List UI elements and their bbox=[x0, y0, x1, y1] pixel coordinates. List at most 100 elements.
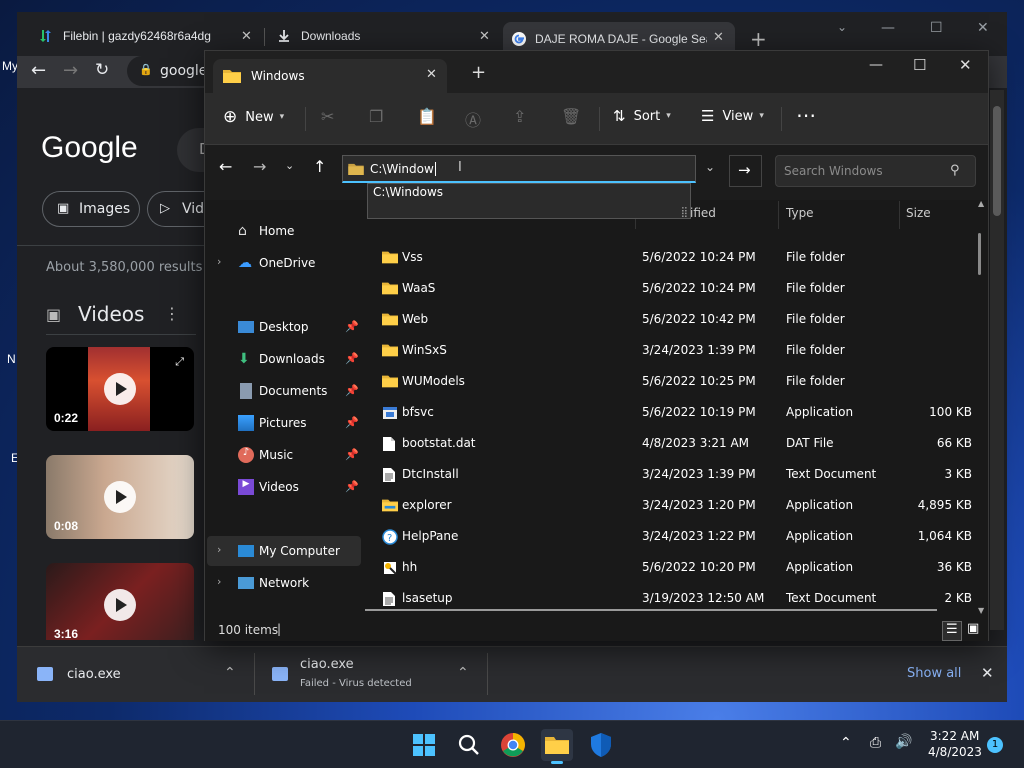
minimize-button[interactable]: — bbox=[869, 57, 883, 73]
nav-item-downloads[interactable]: ⬇ Downloads 📌 bbox=[205, 344, 363, 374]
view-button[interactable]: ☰ View ▾ bbox=[701, 107, 764, 125]
table-row[interactable]: WaaS 5/6/2022 10:24 PM File folder bbox=[365, 272, 987, 303]
go-button[interactable]: → bbox=[729, 155, 762, 187]
pin-icon[interactable]: 📌 bbox=[345, 448, 359, 461]
reload-icon[interactable]: ↻ bbox=[95, 60, 109, 80]
video-thumbnail[interactable]: 3:16 bbox=[46, 563, 194, 640]
video-thumbnail[interactable]: ⤢ 0:22 bbox=[46, 347, 194, 431]
up-icon[interactable]: ↑ bbox=[313, 157, 326, 176]
table-row[interactable]: ? HelpPane 3/24/2023 1:22 PM Application 1,0… bbox=[365, 520, 987, 551]
forward-icon[interactable]: → bbox=[253, 157, 266, 176]
images-chip[interactable]: ▣ Images bbox=[42, 191, 140, 227]
pin-icon[interactable]: 📌 bbox=[345, 416, 359, 429]
cut-icon[interactable]: ✂ bbox=[321, 107, 345, 131]
search-button[interactable] bbox=[453, 729, 485, 761]
nav-item-my-computer[interactable]: › My Computer bbox=[207, 536, 361, 566]
scroll-up-icon[interactable]: ▲ bbox=[978, 199, 984, 208]
table-row[interactable]: WinSxS 3/24/2023 1:39 PM File folder bbox=[365, 334, 987, 365]
google-logo[interactable]: Google bbox=[41, 131, 138, 165]
chevron-down-icon[interactable]: ⌄ bbox=[705, 160, 715, 174]
table-row[interactable]: bfsvc 5/6/2022 10:19 PM Application 100 KB bbox=[365, 396, 987, 427]
scroll-down-icon[interactable]: ▼ bbox=[978, 606, 984, 615]
address-suggestion[interactable]: C:\Windows ⣿ bbox=[367, 183, 691, 219]
pin-icon[interactable]: 📌 bbox=[345, 320, 359, 333]
table-row[interactable]: DtcInstall 3/24/2023 1:39 PM Text Document… bbox=[365, 458, 987, 489]
column-header-type[interactable]: Type bbox=[786, 206, 814, 220]
table-row[interactable]: Vss 5/6/2022 10:24 PM File folder bbox=[365, 241, 987, 272]
table-row[interactable]: hh 5/6/2022 10:20 PM Application 36 KB bbox=[365, 551, 987, 582]
close-icon[interactable]: ✕ bbox=[713, 29, 724, 45]
new-tab-button[interactable]: + bbox=[750, 27, 767, 51]
volume-icon[interactable]: 🔊 bbox=[895, 734, 912, 750]
clock-time[interactable]: 3:22 AM bbox=[930, 729, 979, 743]
column-header-size[interactable]: Size bbox=[906, 206, 931, 220]
page-scrollbar[interactable] bbox=[990, 90, 1004, 630]
chevron-right-icon[interactable]: › bbox=[217, 575, 221, 588]
paste-icon[interactable]: 📋 bbox=[417, 107, 441, 131]
back-icon[interactable]: ← bbox=[219, 157, 232, 176]
show-all-button[interactable]: Show all bbox=[907, 666, 961, 681]
close-window-button[interactable]: ✕ bbox=[959, 56, 972, 74]
download-item-name[interactable]: ciao.exe bbox=[300, 657, 354, 672]
details-view-button[interactable]: ☰ bbox=[942, 621, 962, 641]
search-input[interactable]: Search Windows ⚲ bbox=[775, 155, 976, 187]
close-icon[interactable]: ✕ bbox=[479, 28, 490, 44]
chevron-up-icon[interactable]: ⌃ bbox=[840, 735, 852, 751]
minimize-button[interactable]: — bbox=[881, 20, 895, 36]
vertical-scrollbar[interactable]: ▲ ▼ bbox=[975, 199, 987, 619]
more-options-icon[interactable]: ⋯ bbox=[796, 103, 816, 127]
chrome-tab-downloads[interactable]: Downloads ✕ bbox=[271, 22, 501, 50]
videos-chip[interactable]: ▷ Vid bbox=[147, 191, 207, 227]
column-header-modified[interactable]: ified bbox=[690, 206, 716, 220]
table-row[interactable]: WUModels 5/6/2022 10:25 PM File folder bbox=[365, 365, 987, 396]
file-explorer-taskbar-button[interactable] bbox=[541, 729, 573, 764]
resize-grip-icon[interactable]: ⣿ bbox=[681, 207, 688, 218]
nav-item-documents[interactable]: Documents 📌 bbox=[205, 376, 363, 406]
chevron-right-icon[interactable]: › bbox=[217, 255, 221, 268]
chrome-tab-filebin[interactable]: Filebin | gazdy62468r6a4dg ✕ bbox=[33, 22, 263, 50]
copy-icon[interactable]: ❐ bbox=[369, 107, 393, 131]
nav-item-network[interactable]: › Network bbox=[205, 568, 363, 598]
horizontal-scrollbar[interactable] bbox=[365, 609, 937, 611]
download-item-name[interactable]: ciao.exe bbox=[67, 667, 121, 682]
start-button[interactable] bbox=[408, 729, 440, 761]
nav-item-onedrive[interactable]: › ☁ OneDrive bbox=[205, 248, 363, 278]
maximize-button[interactable]: ☐ bbox=[930, 20, 943, 36]
chevron-down-icon[interactable]: ⌄ bbox=[837, 20, 847, 34]
explorer-tab-windows[interactable]: Windows ✕ bbox=[213, 59, 447, 93]
share-icon[interactable]: ⇪ bbox=[513, 107, 537, 131]
chevron-down-icon[interactable]: ⌄ bbox=[285, 159, 294, 172]
nav-item-videos[interactable]: ▶ Videos 📌 bbox=[205, 472, 363, 502]
tiles-view-button[interactable]: ▣ bbox=[964, 621, 984, 641]
defender-taskbar-button[interactable] bbox=[585, 729, 617, 761]
sort-button[interactable]: ⇅ Sort ▾ bbox=[613, 107, 671, 125]
more-options-icon[interactable]: ⋮ bbox=[164, 304, 180, 323]
clock-date[interactable]: 4/8/2023 bbox=[928, 745, 982, 759]
pin-icon[interactable]: 📌 bbox=[345, 384, 359, 397]
nav-item-desktop[interactable]: Desktop 📌 bbox=[205, 312, 363, 342]
chevron-up-icon[interactable]: ⌃ bbox=[224, 665, 236, 681]
close-window-button[interactable]: ✕ bbox=[977, 20, 989, 36]
chrome-taskbar-button[interactable] bbox=[497, 729, 529, 761]
nav-item-pictures[interactable]: Pictures 📌 bbox=[205, 408, 363, 438]
table-row[interactable]: explorer 3/24/2023 1:20 PM Application 4,89… bbox=[365, 489, 987, 520]
chevron-up-icon[interactable]: ⌃ bbox=[457, 665, 469, 681]
table-row[interactable]: bootstat.dat 4/8/2023 3:21 AM DAT File 66 K… bbox=[365, 427, 987, 458]
new-button[interactable]: ⊕ New ▾ bbox=[223, 107, 284, 127]
delete-icon[interactable]: 🗑 bbox=[561, 107, 585, 131]
close-icon[interactable]: ✕ bbox=[241, 28, 252, 44]
chevron-right-icon[interactable]: › bbox=[217, 543, 221, 556]
pin-icon[interactable]: 📌 bbox=[345, 352, 359, 365]
maximize-button[interactable]: ☐ bbox=[913, 56, 926, 74]
close-icon[interactable]: ✕ bbox=[426, 67, 437, 82]
pin-icon[interactable]: 📌 bbox=[345, 480, 359, 493]
close-icon[interactable]: ✕ bbox=[981, 664, 994, 682]
nav-item-music[interactable]: ♪ Music 📌 bbox=[205, 440, 363, 470]
notification-badge[interactable]: 1 bbox=[987, 737, 1003, 753]
back-icon[interactable]: ← bbox=[31, 60, 46, 81]
table-row[interactable]: Web 5/6/2022 10:42 PM File folder bbox=[365, 303, 987, 334]
rename-icon[interactable]: Ⓐ bbox=[465, 107, 489, 131]
forward-icon[interactable]: → bbox=[63, 60, 78, 81]
video-thumbnail[interactable]: 0:08 bbox=[46, 455, 194, 539]
nav-item-home[interactable]: ⌂ Home bbox=[205, 216, 363, 246]
